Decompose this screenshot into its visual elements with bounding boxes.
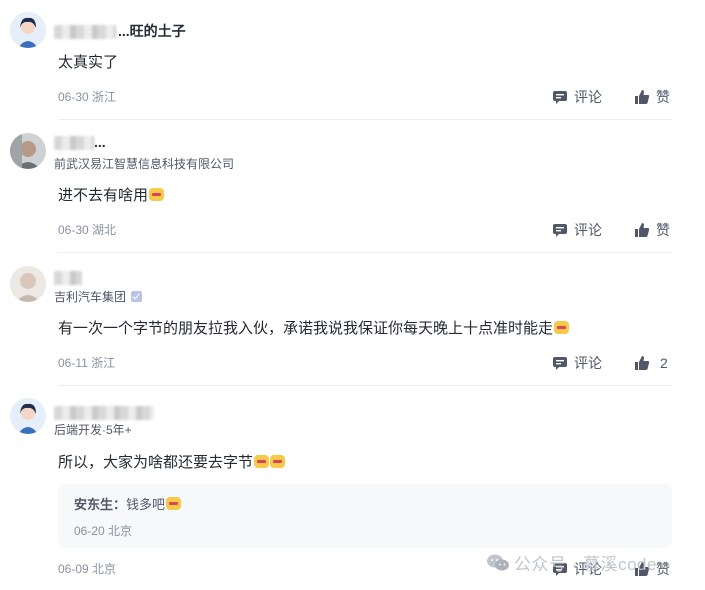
divider	[58, 119, 672, 120]
author-company: 前武汉易江智慧信息科技有限公司	[54, 157, 235, 171]
comment-button[interactable]: 评论	[552, 88, 602, 106]
comment-button[interactable]: 评论	[552, 221, 602, 239]
watermark: 公众号 · 慕溪code	[486, 550, 657, 575]
like-button[interactable]: 赞	[634, 221, 670, 239]
reply-author-name[interactable]: 安东生：	[74, 497, 126, 512]
emoji-icon	[554, 321, 570, 334]
comment-date: 06-09	[58, 562, 89, 576]
verified-badge-icon	[131, 291, 143, 302]
comment-icon	[553, 224, 567, 237]
avatar[interactable]	[10, 12, 46, 48]
comment-text: 进不去有啥用	[58, 185, 165, 207]
like-button[interactable]: 2	[634, 354, 668, 372]
comment-meta: 06-11 浙江	[58, 355, 115, 371]
comment-meta: 06-09 北京	[58, 561, 116, 577]
emoji-icon	[149, 188, 165, 201]
comment-icon	[553, 91, 567, 104]
comment-location: 北京	[92, 562, 117, 576]
thumbs-up-icon	[635, 356, 650, 370]
comment-author-name[interactable]	[54, 403, 154, 421]
comment-date: 06-11	[58, 356, 88, 370]
comment-text: 太真实了	[58, 54, 119, 71]
reply-content: 安东生：钱多吧	[74, 494, 182, 513]
comment-author-name[interactable]: ...旺的土子	[54, 22, 186, 40]
emoji-icon	[166, 497, 182, 510]
divider	[58, 385, 672, 386]
comment-meta: 06-30 浙江	[58, 89, 116, 105]
comment-location: 浙江	[92, 90, 117, 104]
author-company: 后端开发·5年+	[54, 423, 132, 437]
reply-date: 06-20	[74, 524, 105, 538]
reply-text: 钱多吧	[126, 497, 166, 512]
comment-date: 06-30	[58, 90, 89, 104]
avatar[interactable]	[10, 266, 46, 302]
divider	[58, 252, 672, 253]
reply-location: 北京	[108, 524, 133, 538]
thumbs-up-icon	[635, 90, 650, 104]
avatar[interactable]	[10, 398, 46, 434]
comment-text: 所以，大家为啥都还要去字节	[58, 452, 286, 474]
comment-meta: 06-30 湖北	[58, 222, 116, 238]
reply-meta: 06-20 北京	[74, 522, 132, 539]
comment-location: 浙江	[91, 356, 116, 370]
comment-button[interactable]: 评论	[552, 354, 602, 372]
reply-box: 安东生：钱多吧 06-20 北京	[58, 484, 672, 548]
comment-author-name[interactable]	[54, 268, 82, 286]
comment-text: 有一次一个字节的朋友拉我入伙，承诺我说我保证你每天晚上十点准时能走	[58, 318, 570, 340]
avatar[interactable]	[10, 133, 46, 169]
thumbs-up-icon	[635, 223, 650, 237]
comment-author-name[interactable]: ...	[54, 133, 106, 151]
comment-location: 湖北	[92, 223, 117, 237]
author-company: 吉利汽车集团	[54, 289, 143, 305]
emoji-icon	[254, 455, 270, 468]
comment-icon	[553, 357, 567, 370]
comment-date: 06-30	[58, 223, 89, 237]
emoji-icon	[270, 455, 286, 468]
like-button[interactable]: 赞	[634, 88, 670, 106]
wechat-icon	[487, 554, 509, 571]
